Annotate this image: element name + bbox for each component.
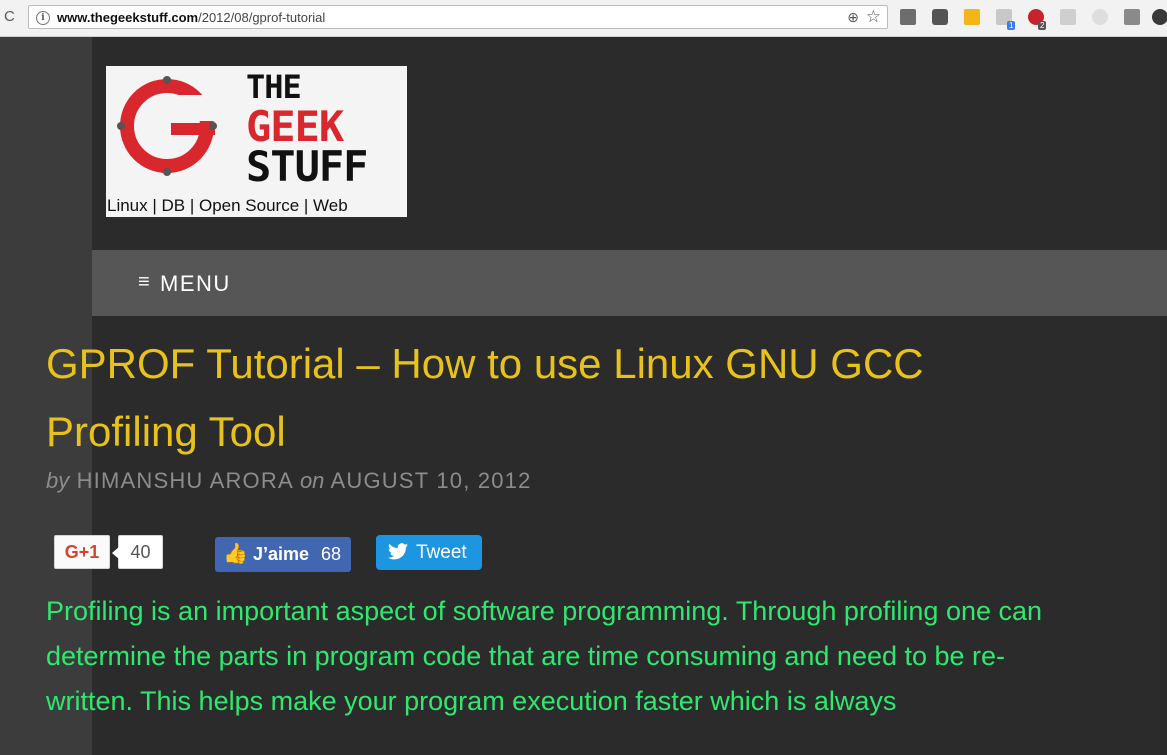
extension-dark-icon[interactable] [1152,9,1167,25]
facebook-like-label: J’aime [253,544,310,564]
extension-menu-icon[interactable] [964,9,980,25]
twitter-bird-icon [388,535,408,570]
article-intro: Profiling is an important aspect of soft… [46,596,1043,716]
url-text[interactable]: www.thegeekstuff.com/2012/08/gprof-tutor… [57,10,325,25]
extension-circle-icon[interactable] [1092,9,1108,25]
facebook-like-button[interactable]: 👍 J’aime 68 [215,537,351,572]
article-byline: by HIMANSHU ARORA on AUGUST 10, 2012 [46,468,532,494]
url-host: www.thegeekstuff.com [57,10,199,25]
browser-toolbar: C i www.thegeekstuff.com/2012/08/gprof-t… [0,0,1167,37]
logo-line-stuff: STUFF [246,142,368,191]
byline-by: by [46,468,70,493]
adblock-badge: 2 [1038,21,1047,30]
url-path: /2012/08/gprof-tutorial [198,10,326,25]
google-plus-count: 40 [112,535,163,569]
tweet-button[interactable]: Tweet [376,535,482,570]
logo-g-icon [117,76,218,176]
thumbs-up-icon: 👍 [223,543,248,565]
bookmark-star-icon[interactable]: ☆ [866,7,881,27]
hamburger-icon[interactable]: ≡ [138,271,150,294]
extension-feather-icon[interactable] [900,9,916,25]
info-icon[interactable]: i [36,11,50,25]
extension-chat-icon[interactable] [1060,9,1076,25]
reload-icon[interactable]: C [4,9,20,25]
logo-line-the: THE [246,68,302,106]
menu-button[interactable]: MENU [160,271,231,297]
tweet-label: Tweet [416,542,467,563]
menu-bar[interactable]: ≡ MENU [92,250,1167,316]
google-plus-button[interactable]: G+1 [54,535,110,569]
zoom-icon[interactable]: ⊕ [847,9,859,26]
author-link[interactable]: HIMANSHU ARORA [77,468,293,493]
logo-tagline: Linux | DB | Open Source | Web [107,196,348,215]
site-logo[interactable]: THE GEEK STUFF Linux | DB | Open Source … [106,66,407,217]
article-title[interactable]: GPROF Tutorial – How to use Linux GNU GC… [46,330,1046,466]
pocket-icon[interactable] [932,9,948,25]
extension-badge: 1 [1007,21,1016,30]
publish-date: AUGUST 10, 2012 [330,468,532,493]
facebook-like-count: 68 [321,544,342,564]
address-bar[interactable]: i www.thegeekstuff.com/2012/08/gprof-tut… [28,5,888,29]
byline-on: on [299,468,325,493]
extension-puzzle-icon[interactable] [1124,9,1140,25]
